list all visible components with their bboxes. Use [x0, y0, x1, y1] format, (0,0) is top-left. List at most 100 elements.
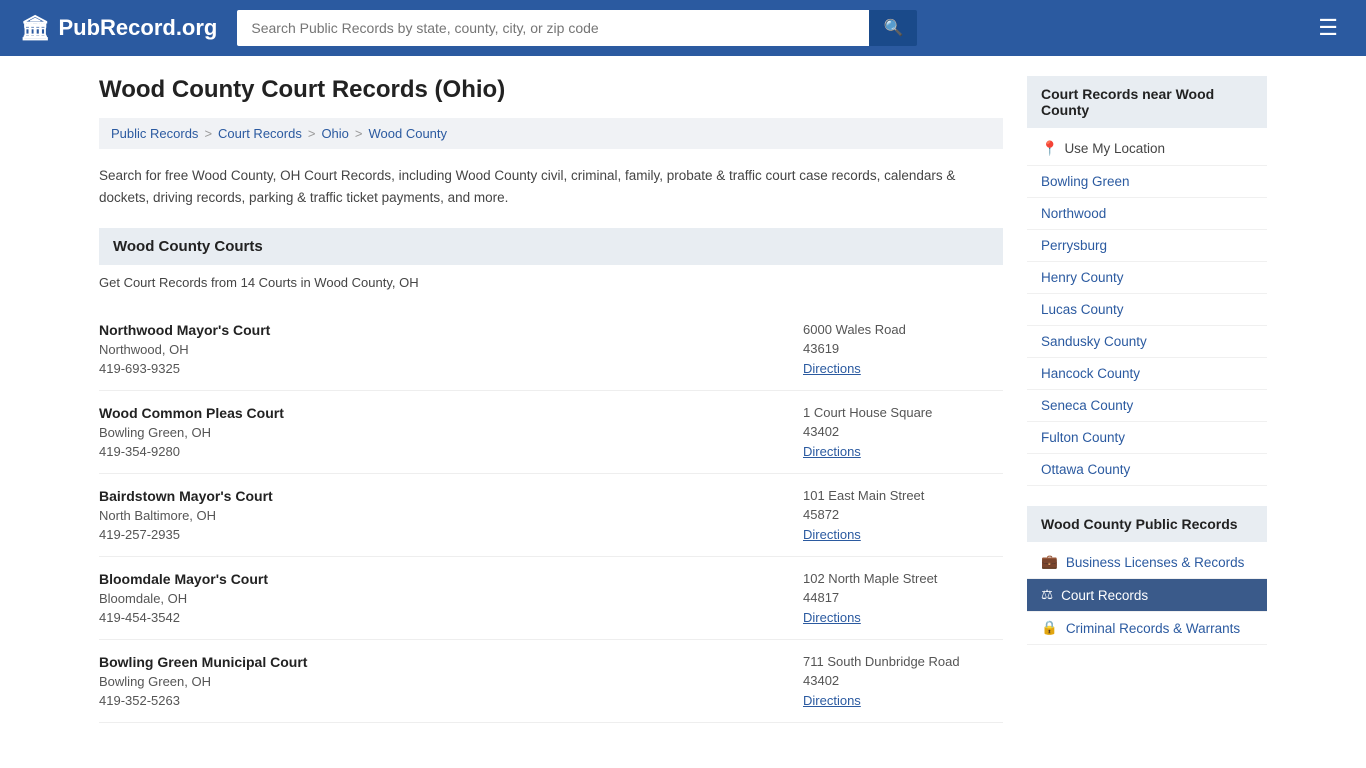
- sidebar-item-label: Sandusky County: [1041, 334, 1147, 349]
- courts-section-header: Wood County Courts: [99, 228, 1003, 265]
- court-zip: 44817: [803, 590, 1003, 605]
- court-zip: 43402: [803, 424, 1003, 439]
- court-address: 101 East Main Street: [803, 488, 1003, 503]
- breadcrumb-public-records[interactable]: Public Records: [111, 126, 198, 141]
- directions-link[interactable]: Directions: [803, 527, 861, 542]
- court-left: Bairdstown Mayor's Court North Baltimore…: [99, 488, 803, 542]
- court-right: 711 South Dunbridge Road 43402 Direction…: [803, 654, 1003, 708]
- search-bar: 🔍: [237, 10, 917, 46]
- court-right: 102 North Maple Street 44817 Directions: [803, 571, 1003, 625]
- sidebar-nearby-item[interactable]: Lucas County: [1027, 294, 1267, 326]
- sidebar-nearby-item[interactable]: Fulton County: [1027, 422, 1267, 454]
- court-right: 101 East Main Street 45872 Directions: [803, 488, 1003, 542]
- breadcrumb-sep-3: >: [355, 126, 363, 141]
- court-entry: Bairdstown Mayor's Court North Baltimore…: [99, 474, 1003, 557]
- court-phone: 419-354-9280: [99, 444, 803, 459]
- court-right: 1 Court House Square 43402 Directions: [803, 405, 1003, 459]
- sidebar-nearby-item[interactable]: Hancock County: [1027, 358, 1267, 390]
- pub-records-icon: ⚖: [1041, 587, 1053, 603]
- pub-records-item[interactable]: 🔒 Criminal Records & Warrants: [1027, 612, 1267, 645]
- pub-records-label: Court Records: [1061, 588, 1148, 603]
- court-city: Bowling Green, OH: [99, 674, 803, 689]
- court-left: Northwood Mayor's Court Northwood, OH 41…: [99, 322, 803, 376]
- public-records-title: Wood County Public Records: [1027, 506, 1267, 542]
- pub-records-label: Criminal Records & Warrants: [1066, 621, 1240, 636]
- menu-button[interactable]: ☰: [1310, 11, 1346, 45]
- court-phone: 419-257-2935: [99, 527, 803, 542]
- court-name: Bowling Green Municipal Court: [99, 654, 803, 670]
- sidebar-item-label: Hancock County: [1041, 366, 1140, 381]
- pub-records-list: 💼 Business Licenses & Records ⚖ Court Recor…: [1027, 546, 1267, 645]
- search-icon: 🔍: [883, 20, 903, 37]
- sidebar-item-label: Perrysburg: [1041, 238, 1107, 253]
- court-city: Northwood, OH: [99, 342, 803, 357]
- court-phone: 419-693-9325: [99, 361, 803, 376]
- site-header: 🏛 PubRecord.org 🔍 ☰: [0, 0, 1366, 56]
- sidebar-item-label: Ottawa County: [1041, 462, 1130, 477]
- sidebar-nearby-item[interactable]: Bowling Green: [1027, 166, 1267, 198]
- nearby-section: Court Records near Wood County 📍Use My L…: [1027, 76, 1267, 486]
- breadcrumb-court-records[interactable]: Court Records: [218, 126, 302, 141]
- court-left: Bloomdale Mayor's Court Bloomdale, OH 41…: [99, 571, 803, 625]
- sidebar-item-label: Northwood: [1041, 206, 1106, 221]
- sidebar-item-label: Henry County: [1041, 270, 1124, 285]
- court-address: 6000 Wales Road: [803, 322, 1003, 337]
- pub-records-icon: 💼: [1041, 554, 1058, 570]
- sidebar-item-label: Use My Location: [1064, 141, 1165, 156]
- court-entry: Wood Common Pleas Court Bowling Green, O…: [99, 391, 1003, 474]
- court-city: North Baltimore, OH: [99, 508, 803, 523]
- court-city: Bloomdale, OH: [99, 591, 803, 606]
- directions-link[interactable]: Directions: [803, 444, 861, 459]
- main-content: Wood County Court Records (Ohio) Public …: [99, 76, 1003, 723]
- search-input[interactable]: [237, 10, 869, 46]
- sidebar-nearby-item[interactable]: Ottawa County: [1027, 454, 1267, 486]
- pub-records-item[interactable]: ⚖ Court Records: [1027, 579, 1267, 612]
- breadcrumb-wood-county[interactable]: Wood County: [369, 126, 448, 141]
- court-name: Wood Common Pleas Court: [99, 405, 803, 421]
- sidebar-nearby-item[interactable]: 📍Use My Location: [1027, 132, 1267, 166]
- logo-icon: 🏛: [20, 14, 50, 43]
- court-phone: 419-454-3542: [99, 610, 803, 625]
- court-zip: 45872: [803, 507, 1003, 522]
- court-phone: 419-352-5263: [99, 693, 803, 708]
- sidebar-item-label: Fulton County: [1041, 430, 1125, 445]
- court-zip: 43619: [803, 341, 1003, 356]
- court-address: 102 North Maple Street: [803, 571, 1003, 586]
- sidebar-item-label: Seneca County: [1041, 398, 1133, 413]
- breadcrumb-sep-1: >: [204, 126, 212, 141]
- court-entry: Northwood Mayor's Court Northwood, OH 41…: [99, 308, 1003, 391]
- logo-text: PubRecord.org: [58, 15, 217, 41]
- court-left: Bowling Green Municipal Court Bowling Gr…: [99, 654, 803, 708]
- pub-records-icon: 🔒: [1041, 620, 1058, 636]
- hamburger-icon: ☰: [1318, 15, 1338, 40]
- sidebar-nearby-item[interactable]: Sandusky County: [1027, 326, 1267, 358]
- directions-link[interactable]: Directions: [803, 610, 861, 625]
- breadcrumb-ohio[interactable]: Ohio: [321, 126, 348, 141]
- page-description: Search for free Wood County, OH Court Re…: [99, 165, 1003, 208]
- pub-records-item[interactable]: 💼 Business Licenses & Records: [1027, 546, 1267, 579]
- court-right: 6000 Wales Road 43619 Directions: [803, 322, 1003, 376]
- sidebar-nearby-item[interactable]: Seneca County: [1027, 390, 1267, 422]
- pub-records-label: Business Licenses & Records: [1066, 555, 1245, 570]
- sidebar-item-label: Lucas County: [1041, 302, 1124, 317]
- sidebar-nearby-item[interactable]: Northwood: [1027, 198, 1267, 230]
- court-name: Bairdstown Mayor's Court: [99, 488, 803, 504]
- court-entry: Bloomdale Mayor's Court Bloomdale, OH 41…: [99, 557, 1003, 640]
- page-title: Wood County Court Records (Ohio): [99, 76, 1003, 104]
- sidebar-nearby-item[interactable]: Perrysburg: [1027, 230, 1267, 262]
- directions-link[interactable]: Directions: [803, 361, 861, 376]
- court-name: Northwood Mayor's Court: [99, 322, 803, 338]
- directions-link[interactable]: Directions: [803, 693, 861, 708]
- breadcrumb-sep-2: >: [308, 126, 316, 141]
- court-name: Bloomdale Mayor's Court: [99, 571, 803, 587]
- sidebar-nearby-item[interactable]: Henry County: [1027, 262, 1267, 294]
- court-zip: 43402: [803, 673, 1003, 688]
- court-address: 711 South Dunbridge Road: [803, 654, 1003, 669]
- search-button[interactable]: 🔍: [869, 10, 917, 46]
- courts-count: Get Court Records from 14 Courts in Wood…: [99, 275, 1003, 290]
- sidebar: Court Records near Wood County 📍Use My L…: [1027, 76, 1267, 723]
- public-records-section: Wood County Public Records 💼 Business Lic…: [1027, 506, 1267, 645]
- court-left: Wood Common Pleas Court Bowling Green, O…: [99, 405, 803, 459]
- court-entry: Bowling Green Municipal Court Bowling Gr…: [99, 640, 1003, 723]
- site-logo[interactable]: 🏛 PubRecord.org: [20, 14, 217, 43]
